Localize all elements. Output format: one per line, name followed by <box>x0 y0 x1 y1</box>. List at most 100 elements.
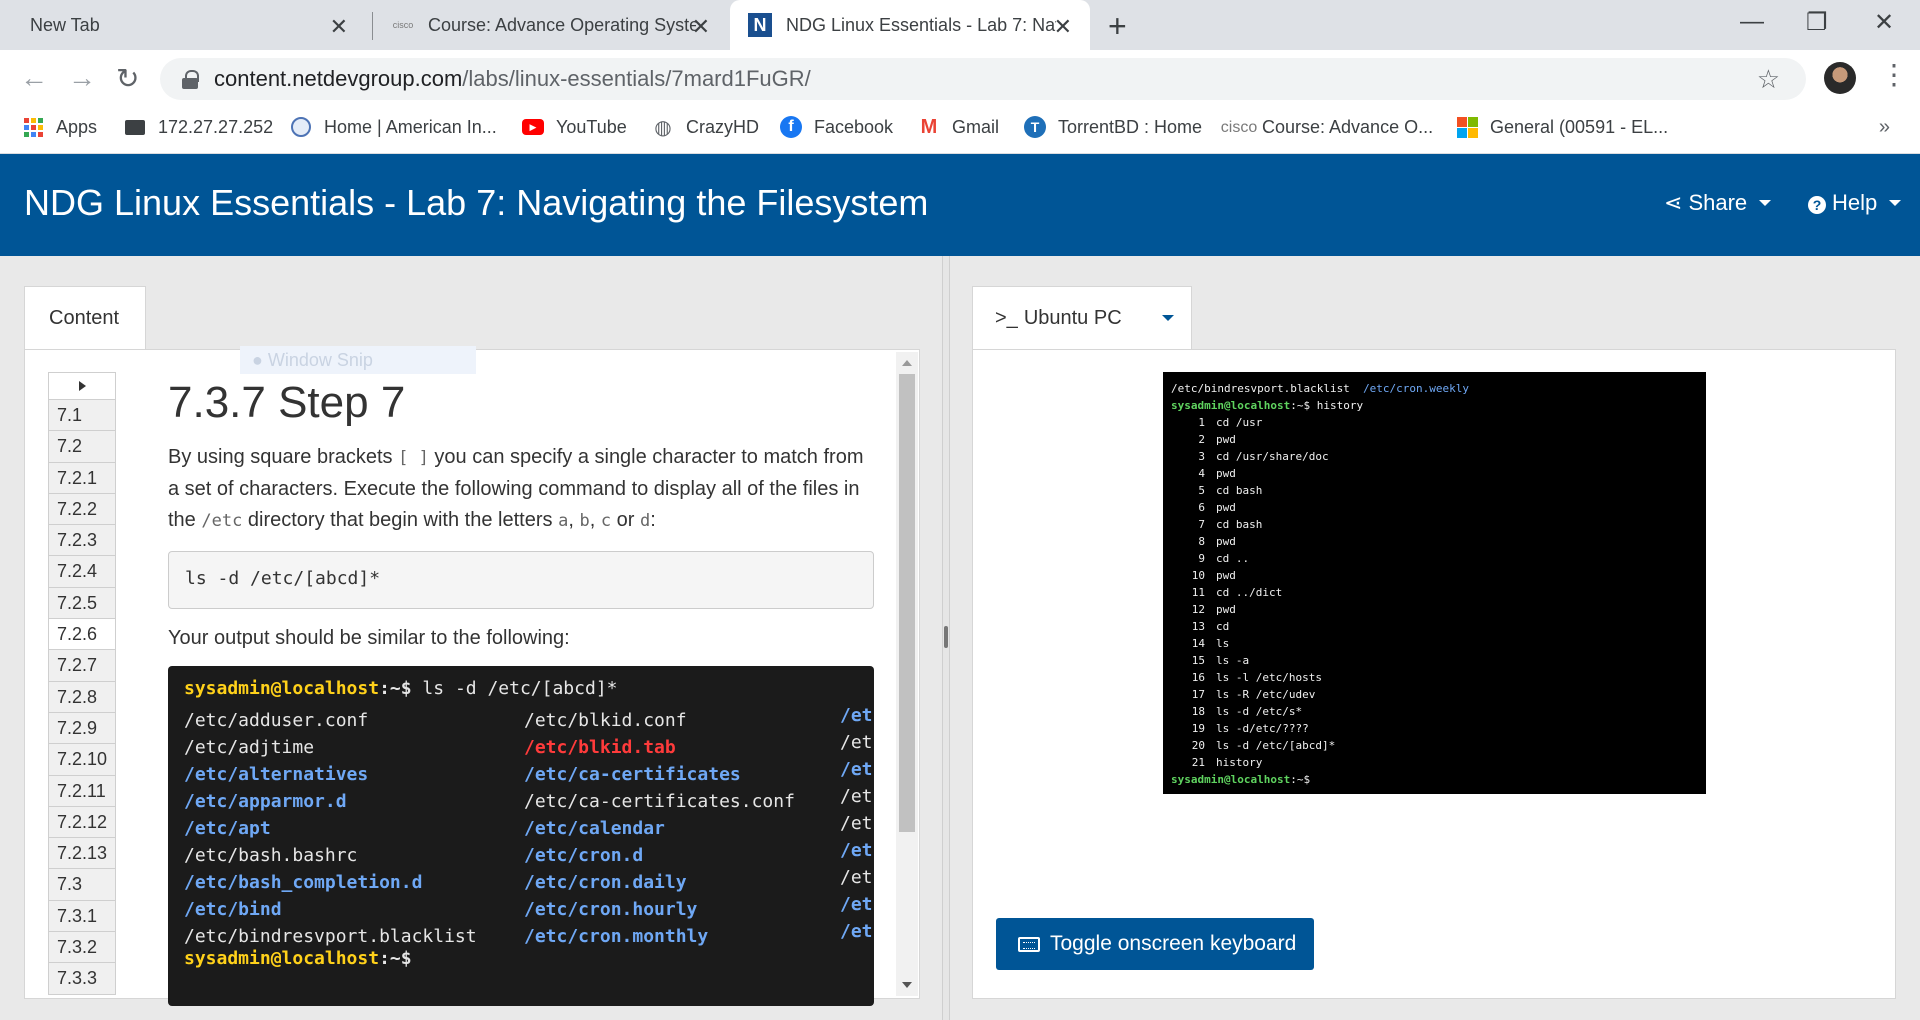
vm-history-command: cd ../dict <box>1216 586 1283 599</box>
gmail-icon: M <box>920 115 938 138</box>
toc-item[interactable]: 7.2.1 <box>48 462 116 494</box>
bookmark-course[interactable]: cisco Course: Advance O... <box>1221 116 1433 138</box>
scroll-thumb[interactable] <box>899 374 915 832</box>
vm-history-command: pwd <box>1216 433 1236 446</box>
toc-item[interactable]: 7.2.10 <box>48 744 116 776</box>
bookmark-star-icon[interactable]: ☆ <box>1757 64 1780 95</box>
toc-item[interactable]: 7.2.3 <box>48 525 116 557</box>
terminal-prompt: sysadmin@localhost <box>184 948 380 969</box>
toc-item[interactable]: 7.3.3 <box>48 963 116 995</box>
toc-item[interactable]: 7.2.2 <box>48 493 116 526</box>
terminal-output-rows: /etc/adduser.conf/etc/blkid.conf/et/etc/… <box>184 705 874 948</box>
tab-ubuntu-pc[interactable]: >_ Ubuntu PC <box>972 286 1192 350</box>
bookmark-apps[interactable]: Apps <box>22 116 97 138</box>
forward-icon[interactable]: → <box>68 62 96 94</box>
terminal-output-entry: /etc/cron.d <box>524 845 644 866</box>
share-button[interactable]: ⋖ Share <box>1664 190 1772 216</box>
vm-prompt-suffix: :~$ <box>1290 773 1311 786</box>
terminal-output-entry: /etc/blkid.tab <box>524 737 676 758</box>
toc-item[interactable]: 7.3.1 <box>48 900 116 933</box>
vm-tab-label: Ubuntu PC <box>1023 307 1122 329</box>
toc-item[interactable]: 7.2 <box>48 431 116 463</box>
scroll-down-icon[interactable] <box>902 982 912 988</box>
toc-item[interactable]: 7.3 <box>48 869 116 901</box>
close-tab-icon[interactable]: ✕ <box>330 14 348 40</box>
restore-icon[interactable]: ❐ <box>1806 8 1828 37</box>
bookmark-folder[interactable]: 172.27.27.252 <box>124 116 273 138</box>
ndg-icon: N <box>748 13 772 37</box>
toc-item[interactable]: 7.1 <box>48 400 116 432</box>
vm-history-command: ls <box>1216 637 1230 650</box>
bookmark-gmail[interactable]: M Gmail <box>918 116 999 138</box>
toggle-keyboard-button[interactable]: Toggle onscreen keyboard <box>996 918 1314 970</box>
vm-history-number: 9 <box>1198 552 1205 565</box>
command-box[interactable]: ls -d /etc/[abcd]* <box>168 551 874 609</box>
pane-splitter[interactable] <box>942 256 950 1020</box>
step-title: 7.3.7 Step 7 <box>168 378 406 427</box>
share-icon: ⋖ <box>1664 190 1683 215</box>
terminal-output-entry: /etc/alternatives <box>184 764 369 785</box>
bookmark-torrentbd[interactable]: T TorrentBD : Home <box>1024 116 1202 138</box>
vm-history-number: 8 <box>1198 535 1205 548</box>
toc-item[interactable]: 7.2.9 <box>48 712 116 745</box>
bookmark-facebook[interactable]: f Facebook <box>780 116 893 138</box>
bookmark-youtube[interactable]: ▶ YouTube <box>522 116 627 138</box>
tab-course[interactable]: cisco Course: Advance Operating Syste ✕ <box>378 0 728 50</box>
tab-title: Course: Advance Operating Syste <box>428 14 696 35</box>
toc-item[interactable]: 7.2.4 <box>48 556 116 588</box>
toc-item[interactable]: 7.2.7 <box>48 650 116 682</box>
profile-avatar[interactable] <box>1824 62 1856 94</box>
toc-item[interactable]: 7.2.11 <box>48 775 116 807</box>
vm-history-list: 1 cd /usr 2 pwd 3 cd /usr/share/doc 4 pwd 5 cd ba… <box>1171 414 1706 771</box>
terminal-output-entry: /etc/cron.daily <box>524 872 687 893</box>
content-scrollbar[interactable] <box>896 352 918 996</box>
toc-item[interactable]: 7.2.13 <box>48 838 116 870</box>
close-tab-icon[interactable]: ✕ <box>692 14 710 40</box>
url-path: /labs/linux-essentials/7mard1FuGR/ <box>462 66 811 91</box>
vm-history-line: 8 pwd <box>1171 533 1706 550</box>
toc-item[interactable]: 7.2.12 <box>48 806 116 839</box>
back-icon[interactable]: ← <box>20 62 48 94</box>
vm-terminal[interactable]: /etc/bindresvport.blacklist /etc/cron.we… <box>1163 372 1706 794</box>
toc-item[interactable]: 7.3.2 <box>48 932 116 964</box>
vm-history-number: 12 <box>1191 603 1205 616</box>
bookmark-label: General (00591 - EL... <box>1490 116 1669 137</box>
vm-history-number: 10 <box>1191 569 1205 582</box>
splitter-grip[interactable] <box>944 626 948 648</box>
reload-icon[interactable]: ↻ <box>116 62 139 95</box>
menu-kebab-icon[interactable]: ⋮ <box>1880 58 1908 91</box>
toc-item[interactable]: 7.2.6 <box>48 619 116 651</box>
vm-history-command: history <box>1216 756 1263 769</box>
scroll-up-icon[interactable] <box>902 360 912 366</box>
window-close-icon[interactable]: ✕ <box>1874 8 1894 37</box>
help-button[interactable]: ? Help <box>1808 190 1902 216</box>
toc-item[interactable]: 7.2.5 <box>48 587 116 620</box>
bookmark-american[interactable]: Home | American In... <box>290 116 497 138</box>
bookmark-general[interactable]: General (00591 - EL... <box>1456 116 1668 138</box>
table-of-contents: 7.1 7.2 7.2.1 7.2.2 7.2.3 7.2.4 7.2.5 7.2.6 7.2.… <box>48 372 116 1012</box>
vm-history-command: ls -d/etc/???? <box>1216 722 1309 735</box>
vm-history-command: cd <box>1216 620 1230 633</box>
vm-history-number: 16 <box>1191 671 1205 684</box>
instruction-text: By using square brackets <box>168 446 393 468</box>
step-content: 7.3.7 Step 7 By using square brackets [ … <box>168 372 874 1012</box>
tab-content[interactable]: Content <box>24 286 146 350</box>
minimize-icon[interactable]: — <box>1740 8 1764 36</box>
close-tab-icon[interactable]: ✕ <box>1054 14 1072 40</box>
bookmark-crazyhd[interactable]: ◍ CrazyHD <box>652 116 760 139</box>
tab-new-tab[interactable]: New Tab ✕ <box>0 0 366 50</box>
new-tab-button[interactable]: + <box>1108 8 1127 45</box>
vm-history-command: cd /usr <box>1216 416 1263 429</box>
vm-history-number: 18 <box>1191 705 1205 718</box>
tab-ndg-lab[interactable]: N NDG Linux Essentials - Lab 7: Nav ✕ <box>730 0 1090 50</box>
terminal-output-entry: /etc/bindresvport.blacklist <box>184 926 477 947</box>
terminal-final-prompt: sysadmin@localhost:~$ <box>184 948 874 975</box>
chevron-down-icon[interactable] <box>1161 315 1174 321</box>
cisco-icon: cisco <box>392 19 414 30</box>
bookmarks-overflow-icon[interactable]: » <box>1879 116 1890 139</box>
address-bar[interactable]: content.netdevgroup.com/labs/linux-essen… <box>160 58 1806 100</box>
toc-item[interactable]: 7.2.8 <box>48 681 116 713</box>
vm-history-line: 16 ls -l /etc/hosts <box>1171 669 1706 686</box>
toc-toggle[interactable] <box>48 372 116 400</box>
bookmark-label: CrazyHD <box>686 116 760 137</box>
